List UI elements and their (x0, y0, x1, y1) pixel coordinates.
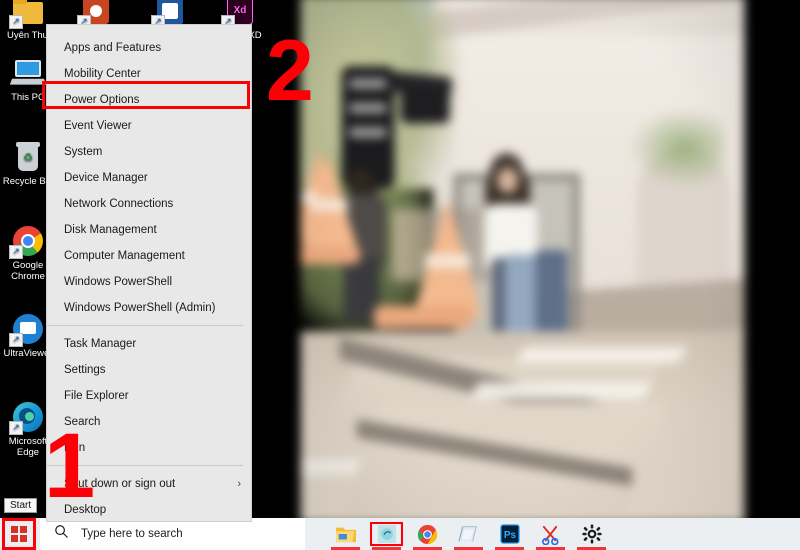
menu-separator (47, 325, 243, 326)
taskbar-app-teal-icon[interactable] (366, 518, 407, 550)
menu-item-apps-and-features[interactable]: Apps and Features (47, 35, 251, 61)
menu-item-label: File Explorer (64, 390, 129, 402)
taskbar-notebook-app-icon[interactable] (448, 518, 489, 550)
svg-text:Ps: Ps (503, 530, 516, 541)
menu-item-windows-powershell-admin[interactable]: Windows PowerShell (Admin) (47, 295, 251, 321)
edge-icon: ↗ (9, 400, 45, 435)
menu-item-computer-management[interactable]: Computer Management (47, 243, 251, 269)
recycle-bin-icon: ♻ (11, 140, 45, 174)
taskbar-file-explorer-icon[interactable] (325, 518, 366, 550)
start-button-tooltip: Start (4, 498, 38, 513)
menu-item-label: Task Manager (64, 338, 137, 350)
menu-item-label: Windows PowerShell (64, 276, 173, 288)
menu-item-event-viewer[interactable]: Event Viewer (47, 113, 251, 139)
menu-item-label: Computer Management (64, 250, 185, 262)
menu-item-system[interactable]: System (47, 139, 251, 165)
menu-item-label: Network Connections (64, 198, 174, 210)
annotation-step-1: 1 (44, 415, 96, 517)
menu-item-label: Disk Management (64, 224, 157, 236)
menu-item-label: Apps and Features (64, 42, 162, 54)
menu-item-label: Mobility Center (64, 68, 141, 80)
menu-item-label: Windows PowerShell (Admin) (64, 302, 216, 314)
menu-item-label: Settings (64, 364, 106, 376)
menu-item-label: Event Viewer (64, 120, 132, 132)
menu-item-windows-powershell[interactable]: Windows PowerShell (47, 269, 251, 295)
taskbar-photoshop-icon[interactable]: Ps (489, 518, 530, 550)
menu-item-settings[interactable]: Settings (47, 357, 251, 383)
search-input[interactable]: Type here to search (81, 528, 183, 540)
highlight-box-start-button (2, 518, 36, 550)
screen: ↗ Uyên Thư ↗ PowerPoint ↗ Word Xd (0, 0, 800, 550)
menu-item-label: Device Manager (64, 172, 148, 184)
folder-shortcut-icon: ↗ (9, 0, 45, 29)
menu-item-disk-management[interactable]: Disk Management (47, 217, 251, 243)
menu-item-label: System (64, 146, 103, 158)
taskbar-snipping-tool-icon[interactable] (530, 518, 571, 550)
menu-item-file-explorer[interactable]: File Explorer (47, 383, 251, 409)
menu-item-network-connections[interactable]: Network Connections (47, 191, 251, 217)
wallpaper-photo (300, 0, 745, 524)
chrome-icon: ↗ (9, 224, 45, 259)
ultraviewer-icon: ↗ (9, 312, 45, 347)
highlight-box-power-options (42, 81, 250, 109)
taskbar-pinned-icons[interactable]: Ps (325, 518, 612, 550)
menu-item-device-manager[interactable]: Device Manager (47, 165, 251, 191)
this-pc-icon (9, 56, 47, 90)
annotation-step-2: 2 (266, 23, 314, 119)
taskbar-settings-gear-icon[interactable] (571, 518, 612, 550)
chevron-right-icon: › (237, 478, 241, 490)
taskbar-google-chrome-icon[interactable] (407, 518, 448, 550)
menu-item-task-manager[interactable]: Task Manager (47, 331, 251, 357)
